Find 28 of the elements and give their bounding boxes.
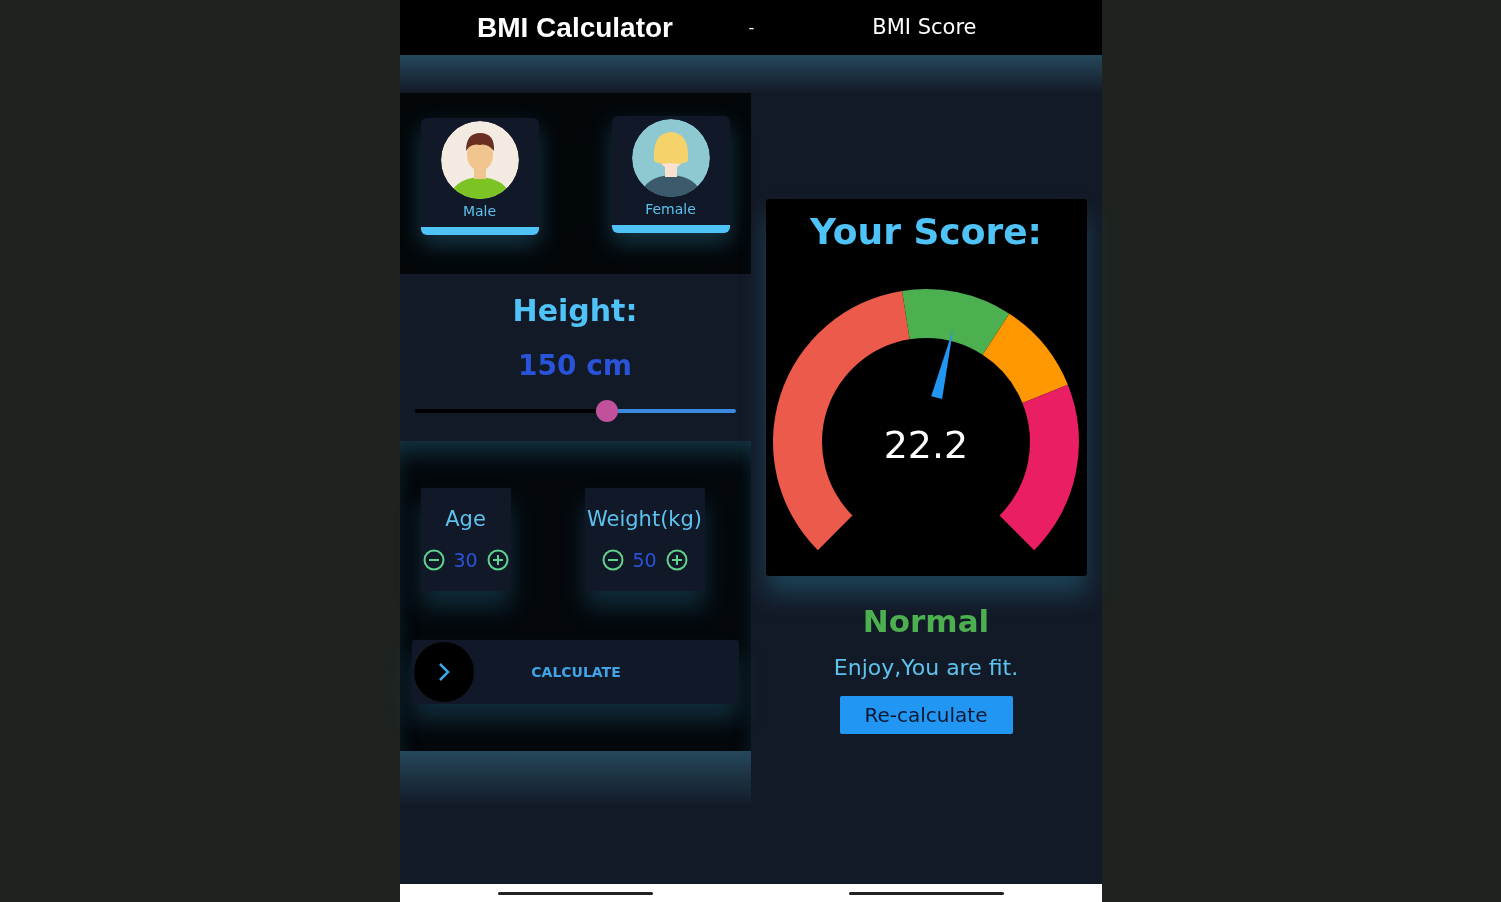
recalculate-button[interactable]: Re-calculate	[839, 695, 1013, 734]
score-value: 22.2	[883, 423, 969, 467]
plus-button[interactable]	[665, 548, 688, 571]
bmi-category: Normal	[862, 602, 990, 641]
avatar-icon	[631, 119, 710, 197]
screen-title: BMI Score	[872, 13, 977, 41]
minus-button[interactable]	[601, 548, 624, 571]
plus-button[interactable]	[486, 548, 509, 571]
height-slider[interactable]	[414, 400, 736, 422]
gender-card[interactable]: Male	[420, 118, 539, 235]
calculate-button[interactable]: CALCULATE	[411, 640, 739, 704]
counter-label: Weight(kg)	[586, 506, 702, 533]
gender-label: Female	[645, 200, 696, 219]
gender-card[interactable]: Female	[611, 116, 730, 233]
counter-label: Age	[445, 506, 486, 533]
counter-value: 50	[631, 547, 658, 573]
separator-text: -	[748, 16, 755, 39]
height-label: Height:	[512, 292, 638, 330]
result-message: Enjoy,You are fit.	[833, 653, 1019, 682]
slider-thumb[interactable]	[596, 400, 619, 422]
score-title: Your Score:	[810, 210, 1042, 254]
height-value: 150 cm	[518, 348, 632, 384]
chevron-right-icon	[436, 661, 451, 683]
app-title: BMI Calculator	[477, 10, 673, 45]
counter-value: 30	[452, 547, 479, 573]
gender-label: Male	[462, 202, 497, 221]
minus-button[interactable]	[422, 548, 445, 571]
avatar-icon	[440, 121, 519, 199]
